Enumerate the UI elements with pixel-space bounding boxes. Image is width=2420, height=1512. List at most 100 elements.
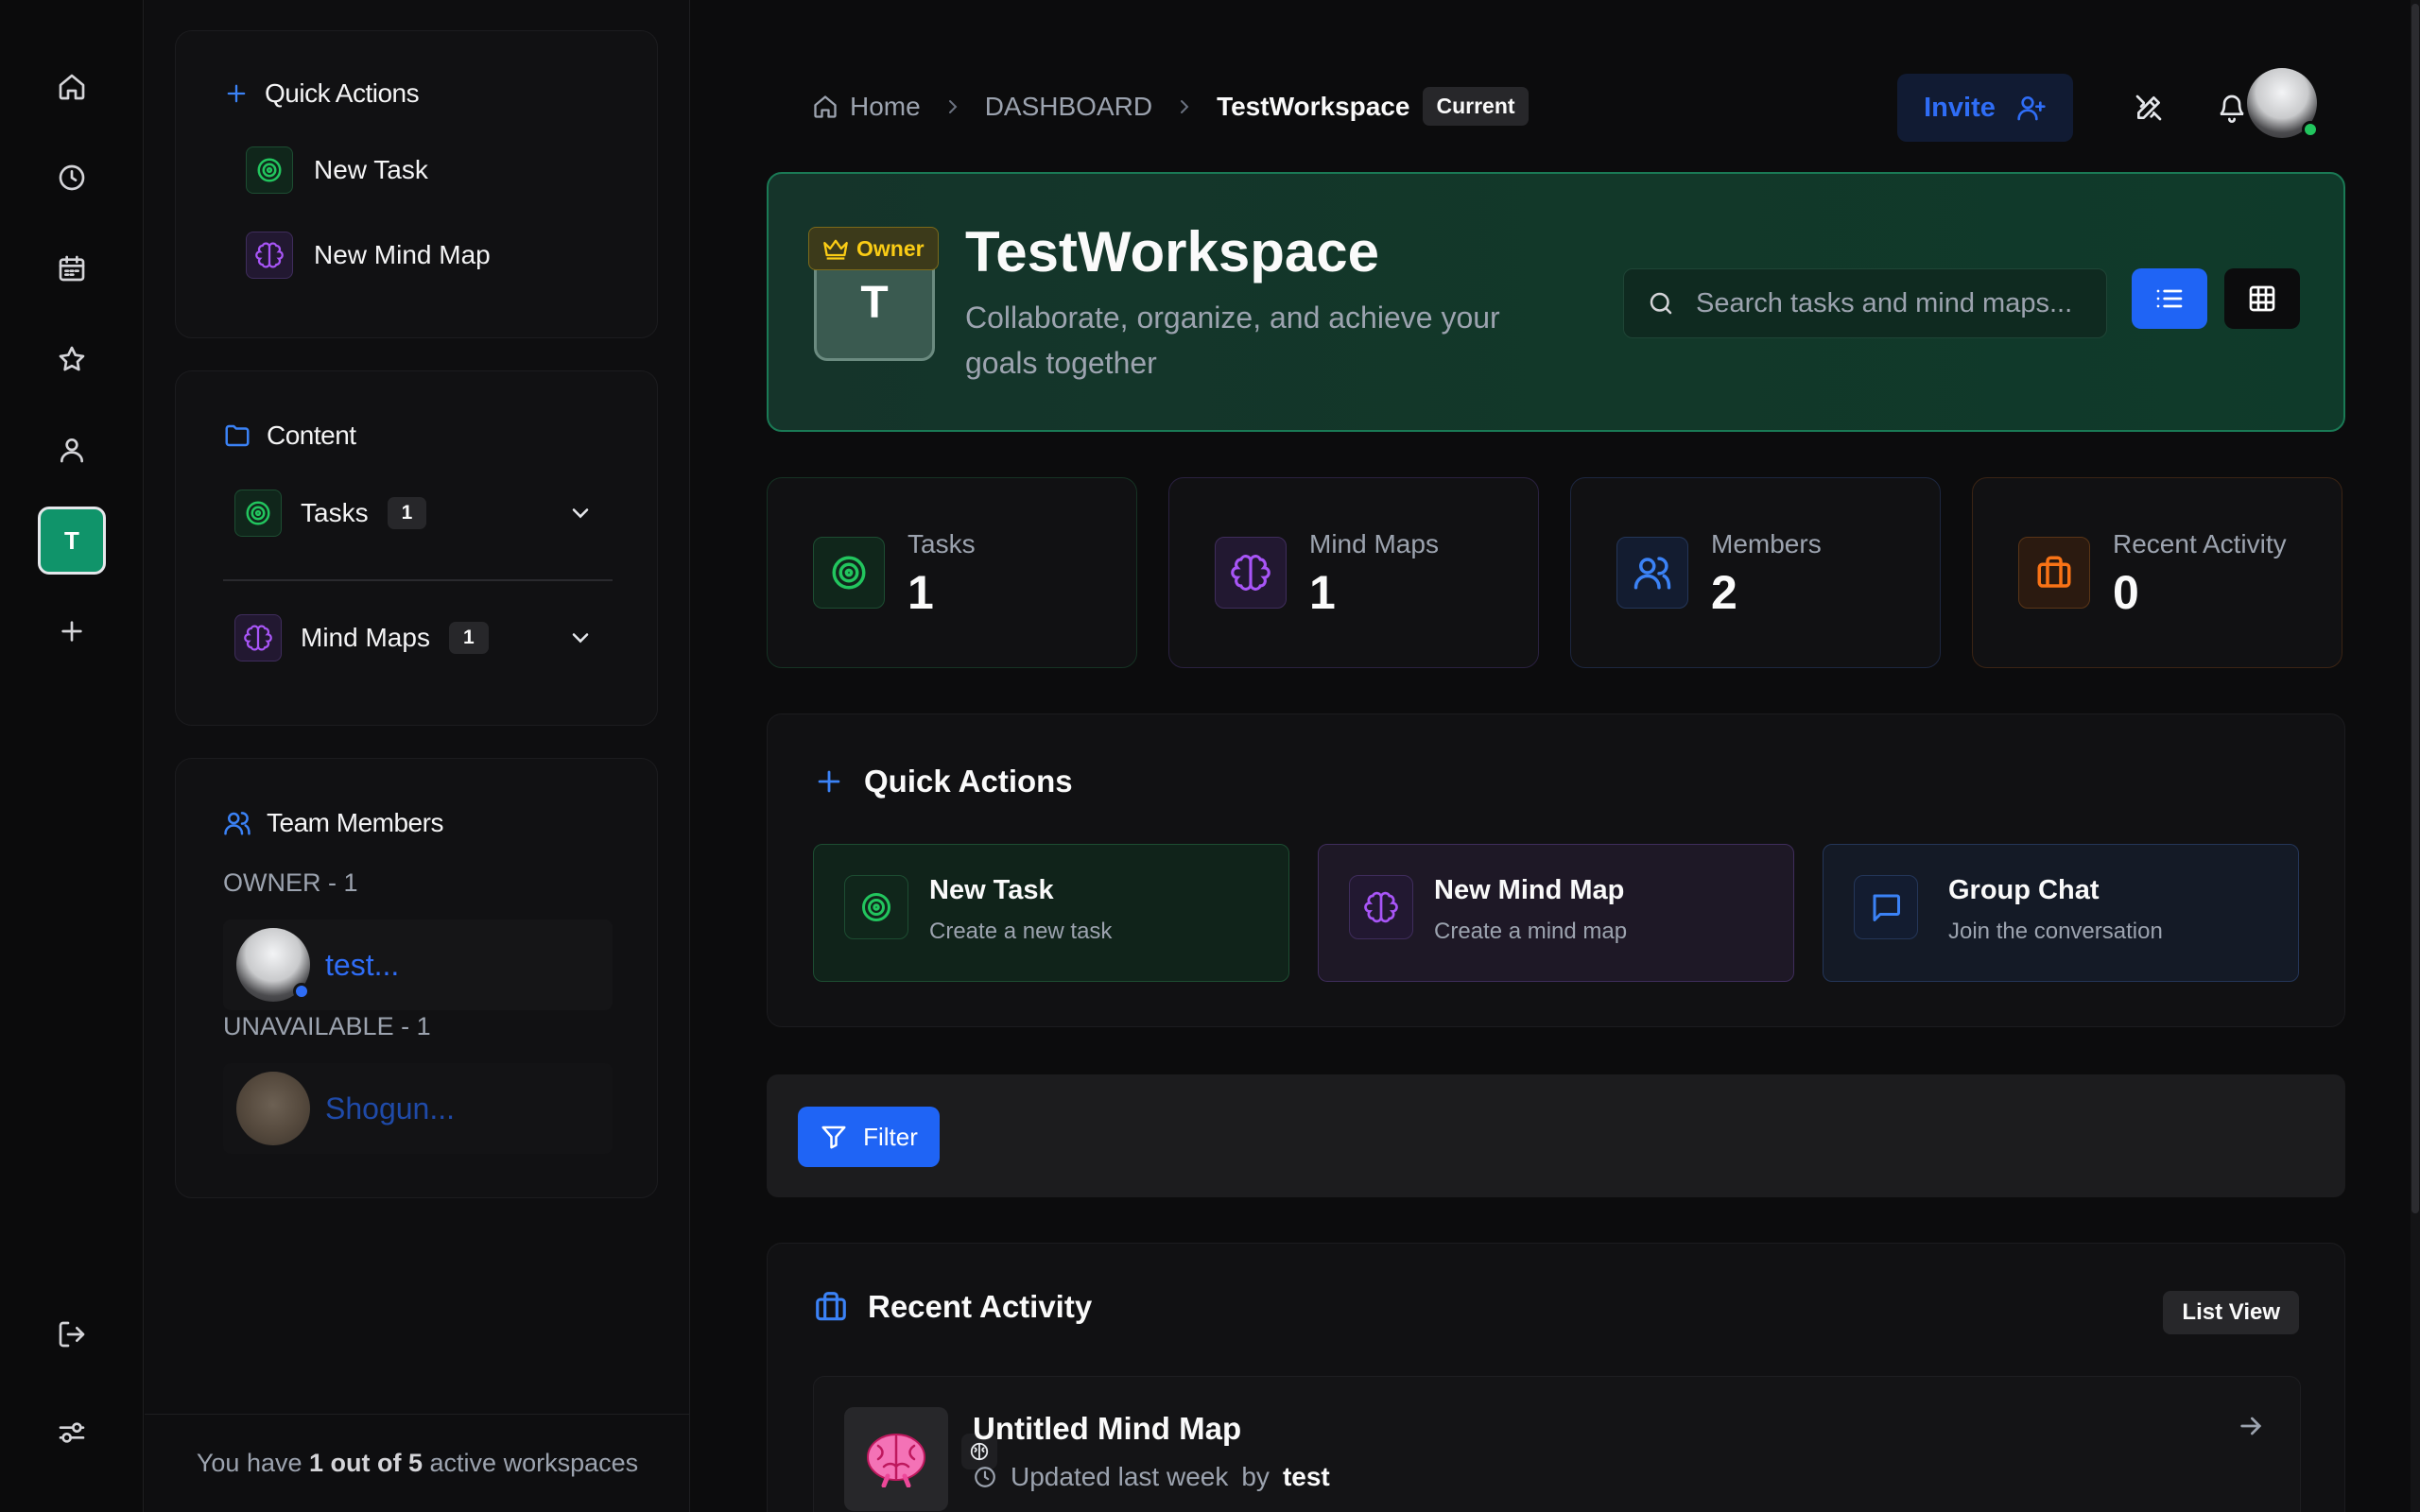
stat-value: 2 — [1711, 566, 1737, 619]
list-icon — [2156, 289, 2183, 308]
activity-item[interactable]: Untitled Mind Map Updated last week by t… — [813, 1376, 2301, 1512]
tools-icon[interactable] — [2115, 74, 2183, 142]
list-view-button[interactable] — [2132, 268, 2207, 329]
breadcrumb-current: TestWorkspace — [1217, 91, 1410, 121]
activity-title: Untitled Mind Map — [973, 1411, 1242, 1446]
sidebar-tasks-label: Tasks — [301, 498, 369, 527]
calendar-icon[interactable] — [38, 234, 106, 302]
current-badge: Current — [1423, 87, 1529, 126]
status-dot — [293, 983, 310, 1000]
brain-icon — [234, 614, 282, 662]
breadcrumb-home[interactable]: Home — [812, 92, 921, 122]
target-icon — [813, 537, 885, 609]
stat-label: Tasks — [908, 529, 976, 558]
user-plus-icon — [2017, 96, 2046, 121]
list-view-toggle[interactable]: List View — [2163, 1291, 2299, 1334]
home-icon[interactable] — [38, 53, 106, 121]
sidebar-mind-maps-count: 1 — [448, 622, 489, 654]
target-icon — [844, 875, 908, 939]
chat-icon — [1854, 875, 1918, 939]
qa-card-subtitle: Join the conversation — [1948, 919, 2163, 944]
quick-actions-title: Quick Actions — [864, 764, 1073, 799]
search-box[interactable] — [1623, 268, 2107, 338]
briefcase-icon — [2018, 537, 2090, 609]
stat-label: Members — [1711, 529, 1822, 558]
avatar — [236, 928, 310, 1002]
footer-count: 1 out of 5 — [309, 1449, 424, 1477]
qa-card-title: New Task — [929, 875, 1054, 905]
member-row-unavailable[interactable]: Shogun... — [223, 1063, 613, 1154]
user-avatar[interactable] — [2247, 68, 2319, 138]
sidebar-new-mind-map-item[interactable]: New Mind Map — [246, 232, 491, 279]
sidebar-content-title: Content — [267, 421, 356, 450]
unavailable-group-heading: UNAVAILABLE - 1 — [223, 1012, 431, 1040]
recent-activity-header: Recent Activity — [813, 1289, 1092, 1325]
workspace-hero: T Owner TestWorkspace Collaborate, organ… — [767, 172, 2345, 432]
brain-icon — [1349, 875, 1413, 939]
activity-updated: Updated last week — [1011, 1462, 1229, 1491]
sidebar-tasks-row[interactable]: Tasks 1 — [234, 489, 594, 538]
sidebar-new-task-item[interactable]: New Task — [246, 146, 428, 194]
activity-author: test — [1282, 1462, 1330, 1491]
brain-icon — [246, 232, 293, 279]
recent-activity-panel: Recent Activity List View Untitled Mind … — [767, 1243, 2345, 1512]
sidebar-mind-maps-row[interactable]: Mind Maps 1 — [234, 613, 594, 662]
clock-icon[interactable] — [38, 144, 106, 212]
main-content: Home DASHBOARD TestWorkspace Current Inv… — [691, 0, 2420, 1512]
chevron-down-icon — [572, 508, 589, 519]
activity-by: by — [1241, 1462, 1270, 1491]
brain-illustration-icon — [867, 1434, 925, 1487]
users-icon — [1616, 537, 1688, 609]
users-icon — [224, 812, 251, 835]
quick-actions-header: Quick Actions — [813, 764, 1073, 799]
logout-icon[interactable] — [38, 1300, 106, 1368]
star-icon[interactable] — [38, 325, 106, 393]
new-mind-map-card[interactable]: New Mind Map Create a mind map — [1318, 844, 1794, 982]
owner-badge: Owner — [808, 227, 939, 270]
briefcase-icon — [816, 1292, 846, 1321]
icon-rail: T — [0, 0, 144, 1512]
invite-label: Invite — [1924, 92, 1996, 123]
stat-value: 0 — [2113, 566, 2139, 619]
invite-button[interactable]: Invite — [1897, 74, 2073, 142]
filter-button[interactable]: Filter — [798, 1107, 940, 1167]
member-name: Shogun... — [325, 1091, 455, 1125]
plus-icon — [818, 770, 840, 793]
brain-icon — [1215, 537, 1287, 609]
breadcrumb-home-label: Home — [850, 91, 921, 121]
settings-sliders-icon[interactable] — [38, 1399, 106, 1467]
stat-card-tasks[interactable]: Tasks 1 — [767, 477, 1137, 668]
avatar — [236, 1072, 310, 1145]
stat-value: 1 — [1309, 566, 1336, 619]
sidebar-tasks-count: 1 — [387, 497, 427, 529]
group-chat-card[interactable]: Group Chat Join the conversation — [1823, 844, 2299, 982]
stat-card-mind-maps[interactable]: Mind Maps 1 — [1168, 477, 1539, 668]
scrollbar[interactable] — [2411, 0, 2420, 1512]
sidebar-quick-actions-title: Quick Actions — [265, 78, 420, 108]
stat-value: 1 — [908, 566, 934, 619]
online-status-dot — [2302, 121, 2319, 138]
breadcrumb-dashboard[interactable]: DASHBOARD — [985, 92, 1152, 122]
sidebar-team-panel: Team Members OWNER - 1 test... UNAVAILAB… — [175, 758, 658, 1198]
stat-card-members[interactable]: Members 2 — [1570, 477, 1941, 668]
active-workspaces-footer: You have 1 out of 5 active workspaces — [145, 1414, 690, 1512]
member-row-owner[interactable]: test... — [223, 919, 613, 1010]
sidebar-team-header: Team Members — [223, 808, 443, 838]
search-input[interactable] — [1696, 287, 2093, 319]
stat-card-recent-activity[interactable]: Recent Activity 0 — [1972, 477, 2342, 668]
sidebar: Quick Actions New Task New Mind Map Cont… — [145, 0, 690, 1512]
workspace-switcher-button[interactable]: T — [38, 507, 106, 575]
plus-icon — [227, 84, 246, 103]
scrollbar-thumb[interactable] — [2411, 4, 2419, 1213]
sidebar-quick-actions-header: Quick Actions — [223, 78, 420, 109]
clock-icon — [975, 1467, 995, 1487]
sidebar-content-header: Content — [223, 421, 356, 451]
qa-card-subtitle: Create a new task — [929, 919, 1113, 944]
grid-view-button[interactable] — [2224, 268, 2300, 329]
add-workspace-icon[interactable] — [38, 597, 106, 665]
user-icon[interactable] — [38, 416, 106, 484]
new-task-card[interactable]: New Task Create a new task — [813, 844, 1289, 982]
qa-card-subtitle: Create a mind map — [1434, 919, 1628, 944]
chevron-down-icon — [572, 633, 589, 644]
sidebar-new-mind-map-label: New Mind Map — [314, 240, 491, 269]
